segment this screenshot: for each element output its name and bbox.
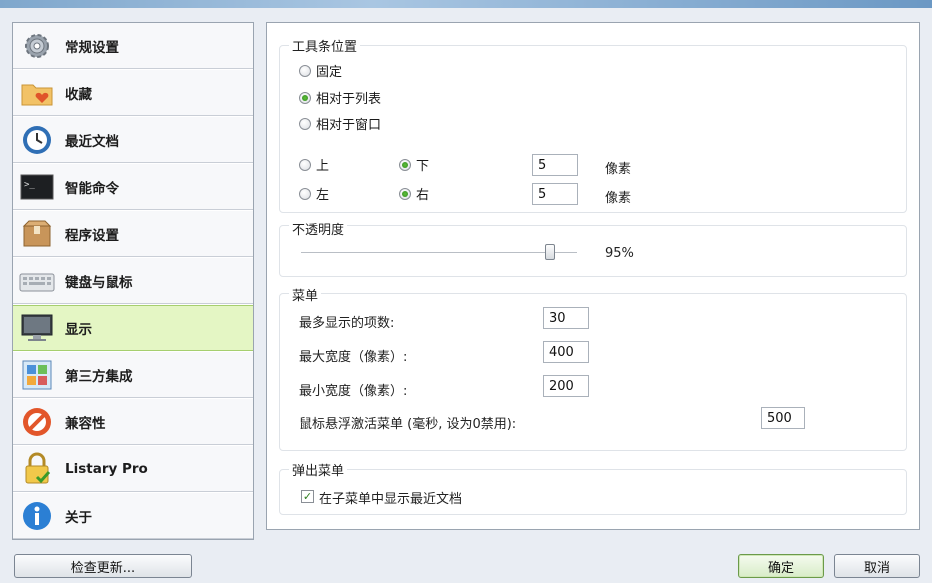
radio-left-indicator <box>299 187 311 200</box>
sidebar-item-compatibility[interactable]: 兼容性 <box>13 399 253 445</box>
window-title-strip <box>0 0 932 8</box>
radio-bottom-label: 下 <box>416 159 430 174</box>
radio-fixed-label: 固定 <box>316 65 343 80</box>
toolbar-position-title: 工具条位置 <box>289 36 361 55</box>
no-entry-icon <box>19 404 55 440</box>
display-settings-panel: 工具条位置 固定 相对于列表 相对于窗口 上 下 像素 左 右 像素 不透明度 … <box>266 22 920 530</box>
sidebar-item-integrations[interactable]: 第三方集成 <box>13 352 253 398</box>
sidebar-item-display[interactable]: 显示 <box>13 305 253 351</box>
max-items-input[interactable] <box>543 307 589 329</box>
sidebar-item-label: 程序设置 <box>65 227 119 244</box>
radio-relative-window-label: 相对于窗口 <box>316 118 382 133</box>
max-items-label: 最多显示的项数: <box>299 316 395 331</box>
sidebar-item-label: 关于 <box>65 509 92 526</box>
radio-fixed-indicator <box>299 64 311 77</box>
radio-bottom-indicator <box>399 158 411 171</box>
keyboard-icon <box>19 263 55 299</box>
opacity-value: 95% <box>605 246 634 261</box>
radio-relative-window-indicator <box>299 117 311 130</box>
sidebar-item-label: 兼容性 <box>65 415 106 432</box>
radio-relative-window[interactable]: 相对于窗口 <box>299 114 381 133</box>
cancel-button[interactable]: 取消 <box>834 554 920 578</box>
radio-right[interactable]: 右 <box>399 184 429 203</box>
horizontal-offset-unit: 像素 <box>605 191 632 206</box>
sidebar-item-label: 最近文档 <box>65 133 119 150</box>
show-recent-label: 在子菜单中显示最近文档 <box>319 492 463 507</box>
hover-delay-label: 鼠标悬浮激活菜单 (毫秒, 设为0禁用): <box>299 417 517 432</box>
radio-bottom[interactable]: 下 <box>399 155 429 174</box>
horizontal-offset-input[interactable] <box>532 183 578 205</box>
lock-check-icon <box>19 451 55 487</box>
radio-right-label: 右 <box>416 188 430 203</box>
radio-fixed[interactable]: 固定 <box>299 61 342 80</box>
terminal-icon: >_ <box>19 169 55 205</box>
clock-icon <box>19 122 55 158</box>
sidebar-item-label: 收藏 <box>65 86 92 103</box>
sidebar-item-label: 键盘与鼠标 <box>65 274 133 291</box>
sidebar-item-general[interactable]: 常规设置 <box>13 23 253 69</box>
radio-top-label: 上 <box>316 159 330 174</box>
radio-relative-list-label: 相对于列表 <box>316 92 382 107</box>
max-width-input[interactable] <box>543 341 589 363</box>
sidebar-item-keyboard-mouse[interactable]: 键盘与鼠标 <box>13 258 253 304</box>
opacity-slider-track <box>301 252 577 254</box>
sidebar-item-commands[interactable]: >_ 智能命令 <box>13 164 253 210</box>
vertical-offset-input[interactable] <box>532 154 578 176</box>
hover-delay-input[interactable] <box>761 407 805 429</box>
radio-right-indicator <box>399 187 411 200</box>
min-width-label: 最小宽度（像素）: <box>299 384 408 399</box>
gear-icon <box>19 28 55 64</box>
apps-grid-icon <box>19 357 55 393</box>
opacity-title: 不透明度 <box>289 219 348 238</box>
monitor-icon <box>19 310 55 346</box>
sidebar-item-label: 第三方集成 <box>65 368 133 385</box>
min-width-input[interactable] <box>543 375 589 397</box>
settings-sidebar: 常规设置 收藏 最近文档 >_ 智能命令 程序设置 键盘与鼠标 显示 第三方集成… <box>12 22 254 540</box>
show-recent-checkbox[interactable]: ✓ <box>301 490 314 503</box>
radio-top-indicator <box>299 158 311 171</box>
opacity-group <box>279 225 907 277</box>
sidebar-item-programs[interactable]: 程序设置 <box>13 211 253 257</box>
sidebar-item-pro[interactable]: Listary Pro <box>13 446 253 492</box>
menu-title: 菜单 <box>289 285 322 304</box>
radio-left[interactable]: 左 <box>299 184 329 203</box>
vertical-offset-unit: 像素 <box>605 162 632 177</box>
info-icon <box>19 498 55 534</box>
radio-top[interactable]: 上 <box>299 155 329 174</box>
ok-button[interactable]: 确定 <box>738 554 824 578</box>
folder-heart-icon <box>19 75 55 111</box>
sidebar-item-about[interactable]: 关于 <box>13 493 253 539</box>
popup-menu-title: 弹出菜单 <box>289 460 348 479</box>
sidebar-item-label: 智能命令 <box>65 180 119 197</box>
sidebar-item-label: 显示 <box>65 322 92 338</box>
package-icon <box>19 216 55 252</box>
sidebar-item-label: 常规设置 <box>65 39 119 56</box>
sidebar-item-favorites[interactable]: 收藏 <box>13 70 253 116</box>
svg-text:>_: >_ <box>24 180 35 190</box>
radio-relative-list-indicator <box>299 91 311 104</box>
check-update-button[interactable]: 检查更新... <box>14 554 192 578</box>
opacity-slider-thumb[interactable] <box>545 244 556 260</box>
sidebar-item-label: Listary Pro <box>65 460 148 477</box>
max-width-label: 最大宽度（像素）: <box>299 350 408 365</box>
radio-relative-list[interactable]: 相对于列表 <box>299 88 381 107</box>
sidebar-item-recent[interactable]: 最近文档 <box>13 117 253 163</box>
radio-left-label: 左 <box>316 188 330 203</box>
